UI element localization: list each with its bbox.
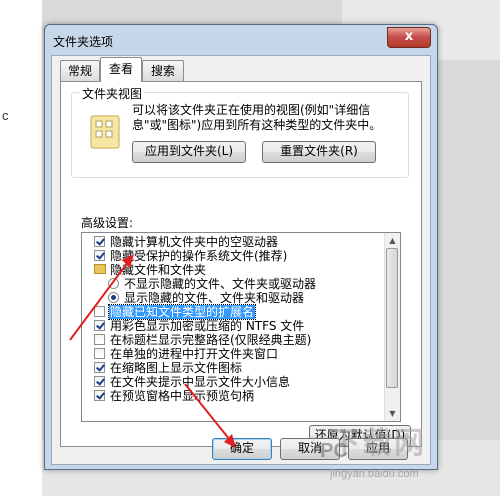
ok-button[interactable]: 确定 — [212, 438, 272, 460]
dialog-client-area: 常规 查看 搜索 文件夹视图 可以将该文件夹正在使用的视图(例如"详细信息"或"… — [51, 55, 431, 465]
folder-views-group: 文件夹视图 可以将该文件夹正在使用的视图(例如"详细信息"或"图标")应用到所有… — [71, 85, 409, 178]
folder-views-title: 文件夹视图 — [80, 85, 145, 102]
apply-to-folders-button[interactable]: 应用到文件夹(L) — [132, 141, 246, 163]
close-button[interactable]: x — [387, 27, 431, 48]
scroll-up-icon[interactable]: ▲ — [385, 233, 400, 248]
window-title: 文件夹选项 — [53, 35, 114, 49]
tab-search[interactable]: 搜索 — [142, 60, 184, 81]
watermark-pc: PC — [320, 440, 348, 462]
tab-view[interactable]: 查看 — [100, 57, 142, 82]
radio-button[interactable] — [108, 278, 119, 289]
folder-options-dialog: 文件夹选项 x 常规 查看 搜索 文件夹视图 可以将该文件夹正在使用的视图(例如… — [44, 24, 438, 470]
checkbox[interactable] — [94, 390, 105, 401]
scrollbar-thumb[interactable] — [386, 248, 398, 388]
background-left: c — [0, 0, 42, 496]
advanced-settings-list[interactable]: 隐藏计算机文件夹中的空驱动器 隐藏受保护的操作系统文件(推荐) 隐藏文件和文件夹… — [81, 232, 401, 422]
page-edge-letter: c — [2, 108, 9, 123]
title-bar[interactable]: 文件夹选项 x — [45, 25, 437, 55]
checkbox[interactable] — [94, 362, 105, 373]
radio-button[interactable] — [108, 292, 119, 303]
vertical-scrollbar[interactable]: ▲ ▼ — [384, 233, 400, 421]
checkbox[interactable] — [94, 348, 105, 359]
view-tab-panel: 文件夹视图 可以将该文件夹正在使用的视图(例如"详细信息"或"图标")应用到所有… — [60, 81, 422, 447]
checkbox[interactable] — [94, 334, 105, 345]
advanced-settings-label: 高级设置: — [81, 216, 134, 230]
checkbox[interactable] — [94, 306, 105, 317]
folder-view-icon — [90, 115, 120, 149]
checkbox[interactable] — [94, 236, 105, 247]
reset-folders-button[interactable]: 重置文件夹(R) — [262, 141, 376, 163]
folder-icon — [94, 264, 106, 274]
checkbox[interactable] — [94, 320, 105, 331]
watermark-url: jingyan.baidu.com — [330, 468, 419, 480]
folder-views-description: 可以将该文件夹正在使用的视图(例如"详细信息"或"图标")应用到所有这种类型的文… — [132, 103, 382, 132]
highlighted-option-label: 隐藏已知文件类型的扩展名 — [107, 304, 257, 320]
checkbox[interactable] — [94, 250, 105, 261]
checkbox[interactable] — [94, 376, 105, 387]
tab-general[interactable]: 常规 — [60, 60, 100, 81]
